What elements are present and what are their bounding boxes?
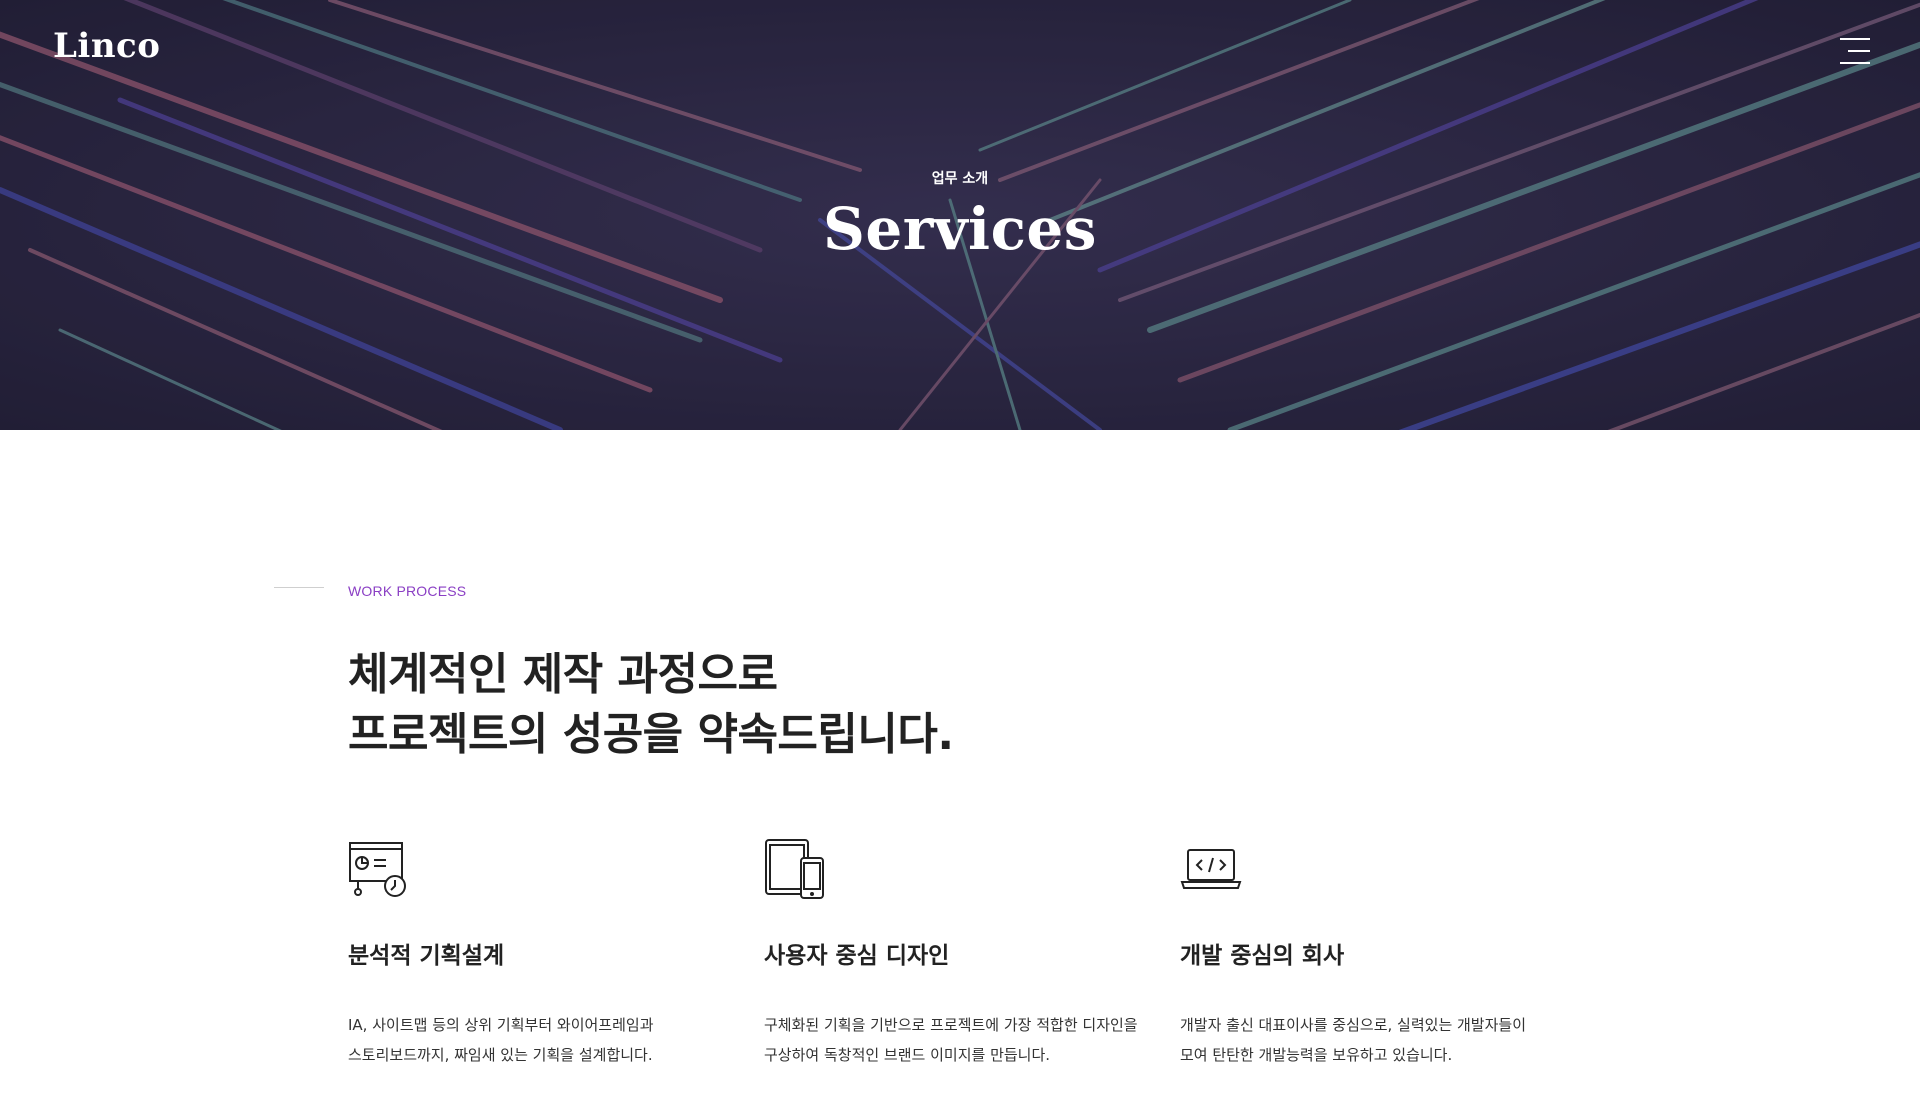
feature-desc-line: 모여 탄탄한 개발능력을 보유하고 있습니다. [1180,1046,1453,1064]
laptop-code-icon [1180,849,1242,889]
presentation-chart-icon [349,842,406,897]
feature-desc-line: 개발자 출신 대표이사를 중심으로, 실력있는 개발자들이 [1180,1016,1527,1034]
feature-card-design: 사용자 중심 디자인 구체화된 기획을 기반으로 프로젝트에 가장 적합한 디자… [764,838,1164,1070]
feature-desc-line: 구상하여 독창적인 브랜드 이미지를 만듭니다. [764,1046,1051,1064]
feature-desc-line: IA, 사이트맵 등의 상위 기획부터 와이어프레임과 [348,1016,654,1034]
feature-desc-line: 구체화된 기획을 기반으로 프로젝트에 가장 적합한 디자인을 [764,1016,1138,1034]
menu-line [1840,62,1870,64]
section-headline: 체계적인 제작 과정으로 프로젝트의 성공을 약속드립니다. [348,645,954,765]
feature-title: 분석적 기획설계 [348,943,505,969]
feature-description: 개발자 출신 대표이사를 중심으로, 실력있는 개발자들이 모여 탄탄한 개발능… [1180,1010,1580,1070]
feature-card-planning: 분석적 기획설계 IA, 사이트맵 등의 상위 기획부터 와이어프레임과 스토리… [348,838,748,1070]
headline-line: 프로젝트의 성공을 약속드립니다. [348,709,954,760]
section-eyebrow: WORK PROCESS [348,583,467,599]
menu-line [1848,50,1870,52]
hamburger-menu-icon[interactable] [1840,38,1870,64]
feature-desc-line: 스토리보드까지, 짜임새 있는 기획을 설계합니다. [348,1046,653,1064]
hero-banner: Linco 업무 소개 Services [0,0,1920,430]
feature-description: IA, 사이트맵 등의 상위 기획부터 와이어프레임과 스토리보드까지, 짜임새… [348,1010,748,1070]
feature-title: 개발 중심의 회사 [1180,943,1345,969]
feature-card-development: 개발 중심의 회사 개발자 출신 대표이사를 중심으로, 실력있는 개발자들이 … [1180,838,1580,1070]
eyebrow-divider [274,587,324,588]
hero-subtitle: 업무 소개 [931,171,989,187]
devices-icon [765,839,824,899]
site-logo[interactable]: Linco [53,26,160,66]
feature-title: 사용자 중심 디자인 [764,943,950,969]
menu-line [1840,38,1870,40]
page-title: Services [823,195,1097,263]
headline-line: 체계적인 제작 과정으로 [348,649,778,700]
feature-description: 구체화된 기획을 기반으로 프로젝트에 가장 적합한 디자인을 구상하여 독창적… [764,1010,1164,1070]
